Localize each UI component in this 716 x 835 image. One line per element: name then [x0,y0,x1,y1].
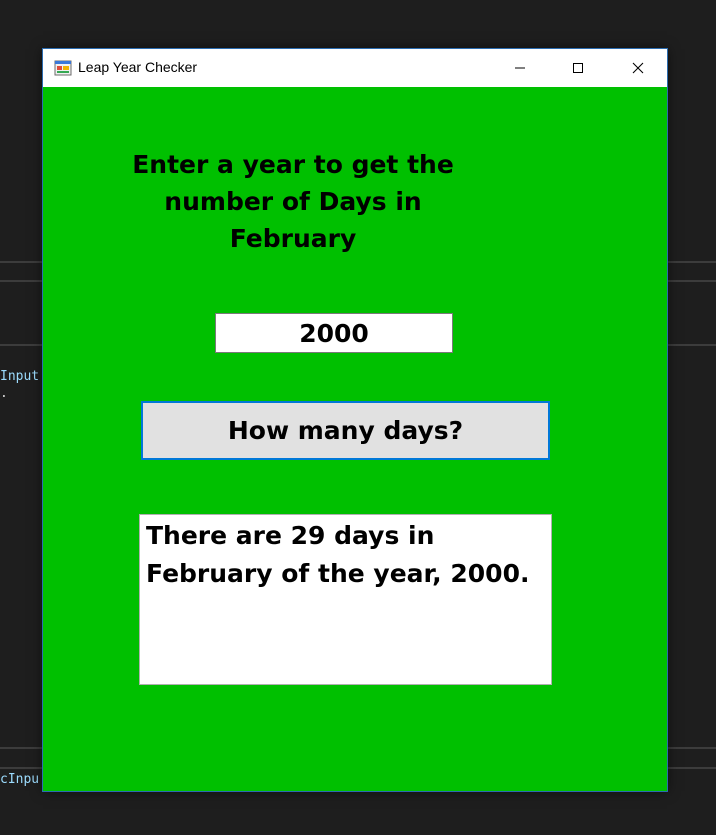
close-icon [632,62,644,74]
maximize-button[interactable] [549,49,607,87]
app-window-icon [54,60,72,76]
background-code-text: . [0,386,8,401]
background-code-text: Input [0,369,40,384]
form-area: Enter a year to get the number of Days i… [43,87,667,791]
year-input[interactable] [215,313,453,353]
app-window: Leap Year Checker Enter a year to get th… [42,48,668,792]
prompt-label: Enter a year to get the number of Days i… [132,150,454,253]
close-button[interactable] [609,49,667,87]
window-title: Leap Year Checker [78,59,198,75]
title-bar[interactable]: Leap Year Checker [43,49,667,87]
background-code-text: cInpu [0,772,40,787]
result-textbox[interactable]: There are 29 days in February of the yea… [139,514,552,685]
minimize-icon [515,67,525,69]
maximize-icon [573,63,583,73]
minimize-button[interactable] [491,49,549,87]
how-many-days-button[interactable]: How many days? [141,401,550,460]
